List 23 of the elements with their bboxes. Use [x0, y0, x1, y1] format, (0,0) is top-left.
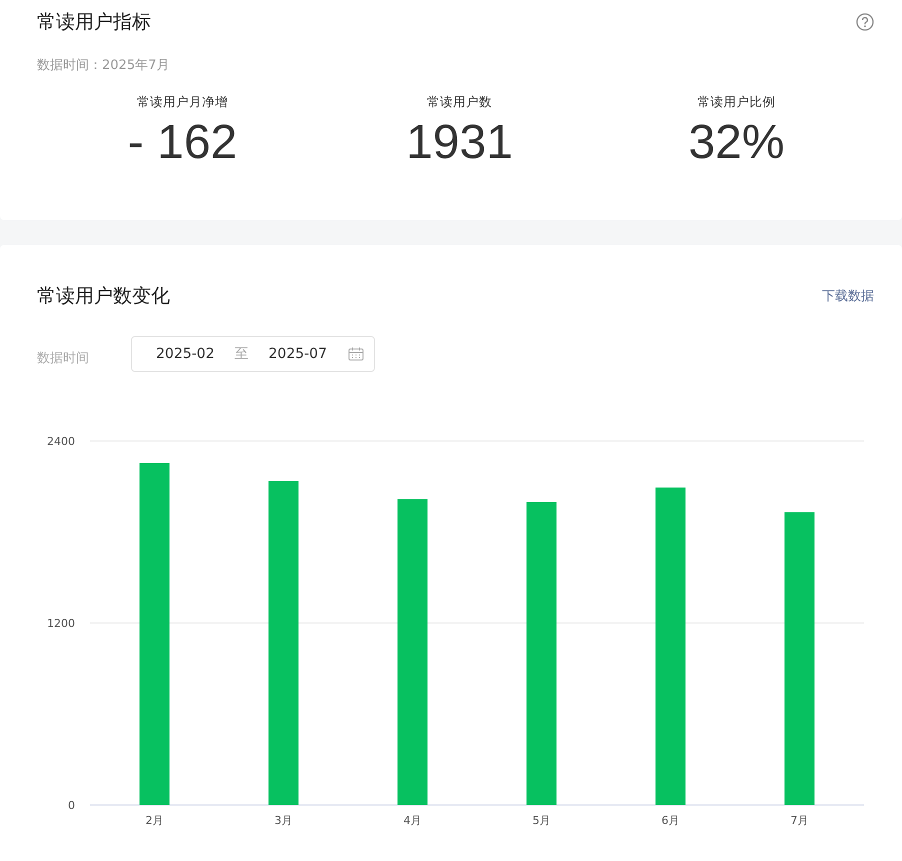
date-range-field[interactable]: 2025-02 至 2025-07 [131, 336, 375, 372]
metric-label: 常读用户月净增 [137, 94, 228, 111]
axis-label: 1200 [47, 617, 75, 630]
axis-label: 6月 [662, 814, 680, 827]
metric-value: 1931 [406, 117, 513, 170]
metric-label: 常读用户比例 [698, 94, 776, 111]
axis-label: 0 [68, 799, 75, 812]
help-icon[interactable] [856, 13, 874, 31]
metric-value: 32% [688, 117, 785, 170]
section-title: 常读用户数变化 [37, 284, 170, 309]
download-link[interactable]: 下载数据 [822, 287, 874, 305]
metric-label: 常读用户数 [427, 94, 492, 111]
axis-label: 3月 [274, 814, 292, 827]
axis-label: 7月 [790, 814, 808, 827]
axis-label: 2400 [47, 435, 75, 448]
metric-value: - 162 [128, 117, 238, 170]
filter-label: 数据时间 [37, 350, 90, 367]
axis-label: 5月 [532, 814, 550, 827]
axis-label: 2月 [146, 814, 164, 827]
axis-label: 4月 [404, 814, 422, 827]
calendar-icon [348, 347, 364, 361]
section-title: 常读用户指标 [37, 10, 151, 35]
data-time: 数据时间：2025年7月 [37, 57, 170, 74]
